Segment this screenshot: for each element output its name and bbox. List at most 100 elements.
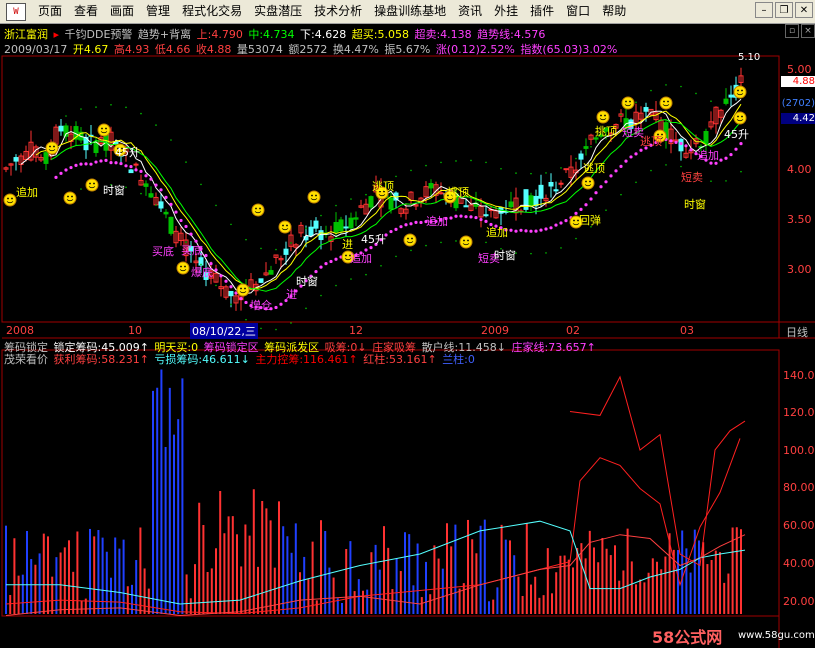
smiley-eye (589, 180, 591, 183)
smiley-icon (459, 235, 473, 249)
cursor-date-label: 08/10/22,三 (190, 323, 258, 339)
smiley-icon (251, 203, 265, 217)
smiley-eye (585, 180, 587, 183)
band-dot (215, 204, 217, 207)
smiley-eye (663, 100, 665, 103)
smiley-icon (176, 261, 190, 275)
trend-dot (229, 285, 233, 289)
band-dot (665, 84, 667, 86)
time-label: 02 (566, 324, 580, 337)
smiley-eye (604, 114, 606, 117)
candle-body (333, 222, 339, 233)
band-dot (635, 101, 637, 104)
band-dot (485, 241, 487, 244)
candle-body (368, 196, 374, 208)
candle-body (508, 201, 514, 208)
band-dot (590, 145, 592, 148)
band-dot (410, 249, 412, 252)
smiley-eye (311, 194, 313, 197)
smiley-icon (236, 283, 250, 297)
trend-dot (204, 253, 208, 258)
band-dot (365, 193, 367, 196)
smiley-eye (244, 287, 246, 290)
lower-tick: 120.00 (783, 406, 815, 419)
smiley-eye (467, 239, 469, 242)
band-dot (260, 327, 262, 330)
band-dot (725, 180, 727, 182)
trend-dot (684, 144, 688, 148)
band-dot (455, 240, 457, 242)
band-dot (725, 100, 727, 102)
trend-dot (469, 215, 473, 219)
candle-body (463, 205, 469, 208)
band-dot (680, 85, 682, 88)
band-dot (560, 247, 562, 249)
trend-dot (449, 216, 453, 220)
band-dot (155, 124, 157, 126)
candle-body (343, 226, 349, 229)
trend-dot (409, 222, 413, 226)
band-dot (605, 209, 607, 212)
smiley-eye (737, 115, 739, 118)
smiley-eye (629, 100, 631, 103)
band-dot (650, 89, 652, 92)
trend-dot (514, 229, 518, 233)
band-dot (320, 214, 322, 217)
trend-dot (629, 155, 633, 159)
trend-dot (134, 168, 138, 172)
band-dot (425, 244, 427, 247)
main-control-value: 主力控筹:116.461↑ (255, 353, 358, 366)
trend-dot (244, 300, 248, 305)
candle-body (313, 220, 319, 229)
smiley-icon (403, 233, 417, 247)
band-dot (125, 106, 127, 109)
candle-body (528, 195, 534, 207)
trend-dot (589, 197, 593, 201)
smiley-eye (600, 114, 602, 117)
smiley-eye (184, 265, 186, 268)
band-dot (440, 161, 442, 164)
percent-mark: 45升 (115, 146, 140, 159)
band-dot (140, 192, 142, 195)
candle-body (143, 183, 149, 187)
trend-dot (129, 165, 133, 169)
trend-dot (389, 229, 393, 234)
trend-dot (734, 147, 738, 151)
lower-panel-header: 茂荣看价 获利筹码:58.231↑ 亏损筹码:46.611↓ 主力控筹:116.… (4, 351, 477, 367)
smiley-eye (255, 207, 257, 210)
band-dot (575, 237, 577, 240)
smiley-icon (307, 190, 321, 204)
trend-dot (139, 169, 143, 173)
signal-mark: 进 (342, 238, 353, 251)
period-mode-button[interactable]: 日线 (786, 324, 808, 340)
band-dot (665, 164, 667, 166)
red-column-value: 红柱:53.161↑ (363, 353, 437, 366)
smiley-eye (573, 219, 575, 222)
trend-dot (524, 229, 528, 233)
smiley-eye (667, 100, 669, 103)
candle-body (158, 201, 164, 209)
smiley-eye (101, 127, 103, 130)
trend-dot (609, 174, 613, 178)
trend-dot (84, 162, 88, 166)
band-dot (620, 113, 622, 116)
signal-mark: 时窗 (494, 249, 516, 262)
lower-tick: 100.00 (783, 444, 815, 457)
trend-dot (239, 297, 243, 301)
watermark-url: www.58gu.com (738, 630, 815, 641)
smiley-icon (278, 220, 292, 234)
trend-dot (54, 175, 58, 179)
trend-dot (114, 161, 118, 165)
band-dot (635, 181, 637, 184)
trend-dot (484, 219, 488, 224)
trend-dot (274, 305, 278, 310)
trend-dot (104, 158, 108, 162)
candle-body (563, 168, 569, 171)
candle-body (643, 107, 649, 112)
signal-mark: 时窗 (296, 275, 318, 288)
lower-title[interactable]: 茂荣看价 (4, 353, 48, 366)
trend-dot (724, 156, 728, 160)
band-dot (560, 167, 562, 169)
signal-mark: 逃顶 (583, 162, 605, 175)
candle-body (388, 197, 394, 210)
